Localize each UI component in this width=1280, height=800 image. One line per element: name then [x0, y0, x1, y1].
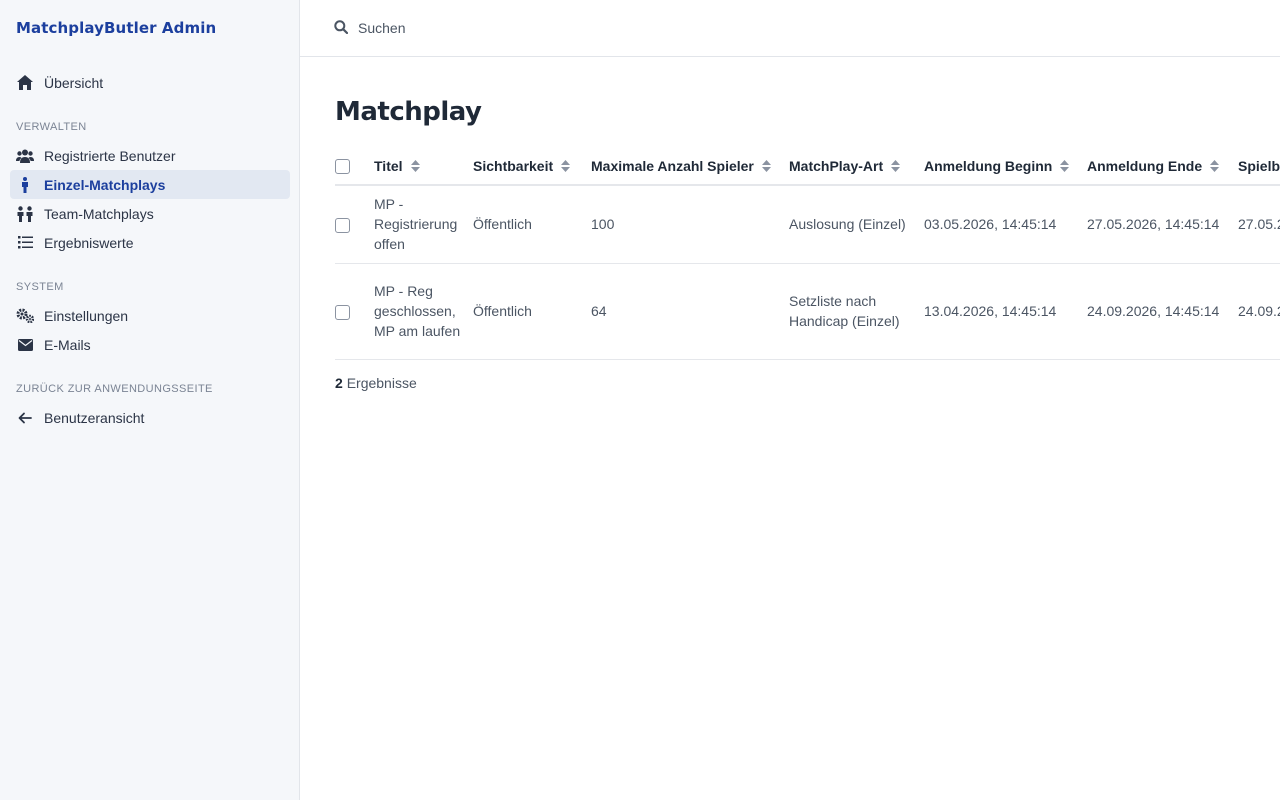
sidebar-item-team-matchplays[interactable]: Team-Matchplays	[10, 199, 290, 228]
sort-icon	[1210, 159, 1220, 172]
sidebar-item-result-values[interactable]: Ergebniswerte	[10, 228, 290, 257]
matchplay-table: Titel Sichtbarkeit Maximale Anzahl Spiel…	[335, 147, 1280, 360]
sidebar-item-label: Übersicht	[44, 74, 104, 91]
sidebar-item-user-view[interactable]: Benutzeransicht	[10, 403, 290, 432]
cell-registration-end: 24.09.2026, 14:45:14	[1087, 263, 1238, 360]
select-all-checkbox[interactable]	[335, 158, 350, 174]
cell-visibility: Öffentlich	[473, 263, 591, 360]
results-number: 2	[335, 375, 343, 391]
main-content: Matchplay Titel Sichtbarkeit Maximale An…	[335, 57, 1280, 800]
sidebar: MatchplayButler Admin Übersicht Verwalte…	[0, 0, 300, 800]
column-header-visibility[interactable]: Sichtbarkeit	[473, 147, 591, 186]
cell-play-start: 24.09.2026, 14:45:14	[1238, 263, 1280, 360]
sidebar-item-emails[interactable]: E-Mails	[10, 330, 290, 359]
gears-icon	[16, 307, 34, 325]
cell-matchplay-type: Setzliste nach Handicap (Einzel)	[789, 263, 924, 360]
table-row[interactable]: MP - Registrierung offen Öffentlich 100 …	[335, 185, 1280, 264]
sidebar-item-label: Team-Matchplays	[44, 205, 154, 222]
cell-max-players: 100	[591, 185, 789, 264]
list-icon	[16, 234, 34, 252]
home-icon	[16, 74, 34, 92]
table-row[interactable]: MP - Reg geschlossen, MP am laufen Öffen…	[335, 263, 1280, 360]
page-title: Matchplay	[335, 97, 482, 127]
cell-registration-start: 13.04.2026, 14:45:14	[924, 263, 1087, 360]
section-label-back: Zurück zur Anwendungsseite	[16, 383, 213, 395]
column-header-title[interactable]: Titel	[374, 147, 473, 186]
sidebar-item-label: Benutzeransicht	[44, 409, 145, 426]
sidebar-item-label: Einstellungen	[44, 307, 129, 324]
header-select-all	[335, 147, 374, 186]
cell-title[interactable]: MP - Registrierung offen	[374, 185, 473, 264]
cell-title[interactable]: MP - Reg geschlossen, MP am laufen	[374, 263, 473, 360]
sidebar-item-single-matchplays[interactable]: Einzel-Matchplays	[10, 170, 290, 199]
column-header-registration-end[interactable]: Anmeldung Ende	[1087, 147, 1238, 186]
sidebar-item-label: Ergebniswerte	[44, 234, 134, 251]
results-label: Ergebnisse	[346, 375, 417, 391]
section-label-system: System	[16, 281, 64, 293]
row-select-cell	[335, 263, 374, 360]
table-header-row: Titel Sichtbarkeit Maximale Anzahl Spiel…	[335, 147, 1280, 186]
cell-matchplay-type: Auslosung (Einzel)	[789, 185, 924, 264]
sort-icon	[761, 159, 771, 172]
cell-max-players: 64	[591, 263, 789, 360]
row-checkbox[interactable]	[335, 304, 350, 320]
column-header-matchplay-type[interactable]: MatchPlay-Art	[789, 147, 924, 186]
sidebar-item-settings[interactable]: Einstellungen	[10, 301, 290, 330]
cell-registration-end: 27.05.2026, 14:45:14	[1087, 185, 1238, 264]
row-checkbox[interactable]	[335, 218, 350, 234]
app-title[interactable]: MatchplayButler Admin	[16, 19, 216, 37]
sidebar-item-label: Einzel-Matchplays	[44, 176, 166, 193]
team-icon	[16, 205, 34, 223]
users-icon	[16, 147, 34, 165]
search-input[interactable]	[358, 16, 958, 40]
person-icon	[16, 176, 34, 194]
envelope-icon	[16, 336, 34, 354]
cell-visibility: Öffentlich	[473, 185, 591, 264]
sidebar-item-label: E-Mails	[44, 336, 91, 353]
sidebar-item-label: Registrierte Benutzer	[44, 147, 176, 164]
sort-icon	[891, 159, 901, 172]
arrow-left-icon	[16, 409, 34, 427]
column-header-registration-start[interactable]: Anmeldung Beginn	[924, 147, 1087, 186]
cell-play-start: 27.05.2026, 14:45:14	[1238, 185, 1280, 264]
section-label-manage: Verwalten	[16, 121, 87, 133]
sidebar-item-registered-users[interactable]: Registrierte Benutzer	[10, 141, 290, 170]
cell-registration-start: 03.05.2026, 14:45:14	[924, 185, 1087, 264]
sort-icon	[561, 159, 571, 172]
column-header-play-start[interactable]: Spielbeginn	[1238, 147, 1280, 186]
sidebar-item-overview[interactable]: Übersicht	[10, 68, 290, 97]
top-bar	[300, 0, 1280, 57]
search-icon	[334, 20, 349, 39]
results-count: 2 Ergebnisse	[335, 375, 417, 391]
sort-icon	[1060, 159, 1070, 172]
column-header-max-players[interactable]: Maximale Anzahl Spieler	[591, 147, 789, 186]
row-select-cell	[335, 185, 374, 264]
sort-icon	[410, 159, 420, 172]
